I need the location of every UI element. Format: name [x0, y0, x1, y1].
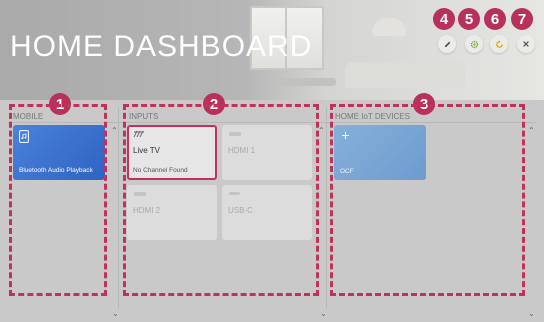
callout-badge-7: 7: [511, 8, 533, 30]
callout-badge-2: 2: [203, 93, 225, 115]
callout-badge-4: 4: [433, 8, 455, 30]
usb-port-icon: [229, 192, 240, 195]
section-header-rule: [8, 122, 536, 123]
iot-tile-ocf[interactable]: OCF: [334, 125, 426, 180]
hdmi-port-icon: [229, 132, 241, 136]
live-tv-label: Live TV: [133, 146, 160, 155]
input-tile-usb-c[interactable]: USB-C: [222, 185, 312, 240]
iot-section-title: HOME IoT DEVICES: [335, 112, 410, 121]
callout-badge-5: 5: [458, 8, 480, 30]
refresh-button[interactable]: [490, 35, 508, 53]
mobile-tile-label: Bluetooth Audio Playback: [19, 167, 93, 174]
input-tile-hdmi-1[interactable]: HDMI 1: [222, 125, 312, 180]
ocf-label: OCF: [340, 168, 354, 175]
background-table: [280, 78, 336, 86]
scroll-down-chevron-icon[interactable]: ⌄: [528, 309, 535, 318]
plus-icon: [341, 131, 350, 140]
antenna-icon: [133, 130, 144, 138]
scroll-up-chevron-icon[interactable]: ⌃: [111, 126, 118, 135]
usb-c-label: USB-C: [228, 206, 253, 215]
section-divider: [326, 108, 327, 308]
scroll-down-chevron-icon[interactable]: ⌄: [112, 309, 119, 318]
live-tv-status: No Channel Found: [133, 167, 188, 174]
hdmi-port-icon: [134, 192, 146, 196]
callout-badge-1: 1: [49, 93, 71, 115]
refresh-icon: [495, 40, 503, 48]
background-sofa: [345, 62, 465, 88]
section-divider: [118, 108, 119, 308]
input-tile-live-tv[interactable]: Live TV No Channel Found: [127, 125, 217, 180]
mobile-section-title: MOBILE: [13, 112, 44, 121]
page-title: HOME DASHBOARD: [10, 30, 313, 63]
close-icon: [523, 41, 529, 47]
input-tile-hdmi-2[interactable]: HDMI 2: [127, 185, 217, 240]
gear-icon: [470, 40, 478, 48]
close-button[interactable]: [517, 35, 535, 53]
callout-badge-6: 6: [484, 8, 506, 30]
hdmi-1-label: HDMI 1: [228, 146, 256, 155]
scroll-up-chevron-icon[interactable]: ⌃: [528, 126, 535, 135]
pencil-icon: [444, 41, 450, 47]
inputs-section-title: INPUTS: [129, 112, 159, 121]
mobile-tile-bluetooth-audio[interactable]: Bluetooth Audio Playback: [13, 125, 105, 180]
settings-button[interactable]: [465, 35, 483, 53]
background-lamp: [372, 18, 406, 36]
phone-music-icon: [19, 130, 29, 143]
callout-badge-3: 3: [413, 93, 435, 115]
scroll-down-chevron-icon[interactable]: ⌄: [320, 309, 327, 318]
hdmi-2-label: HDMI 2: [133, 206, 161, 215]
scroll-up-chevron-icon[interactable]: ⌃: [318, 126, 325, 135]
edit-button[interactable]: [438, 35, 456, 53]
